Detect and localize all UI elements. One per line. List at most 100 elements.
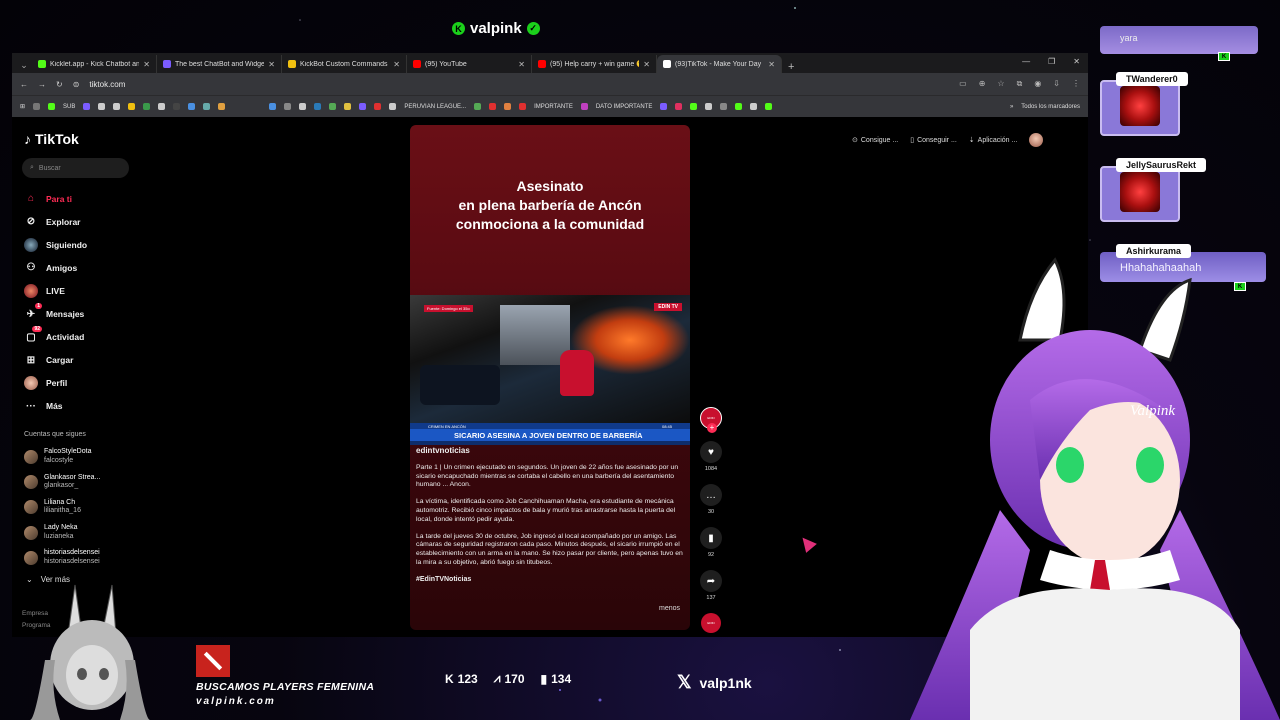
back-icon[interactable]: ←	[20, 80, 28, 89]
restore-icon[interactable]: ❐	[1048, 57, 1055, 66]
video-author[interactable]: edintvnoticias	[416, 446, 684, 456]
bookmark-icon[interactable]	[580, 103, 588, 110]
menu-icon[interactable]: ⋮	[1072, 79, 1080, 89]
bookmark-icon[interactable]	[660, 103, 668, 110]
sidebar-item-mas[interactable]: ··· Más	[24, 395, 87, 418]
hashtag-link[interactable]: #EdinTVNoticias	[416, 576, 684, 585]
tab-kickbot[interactable]: KickBot Custom Commands ✕	[282, 55, 407, 73]
sidebar-item-amigos[interactable]: ⚇ Amigos	[24, 256, 87, 279]
close-icon[interactable]: ✕	[768, 60, 775, 69]
close-window-icon[interactable]: ✕	[1073, 57, 1080, 66]
get-coins-button[interactable]: ⊙ Consigue ...	[852, 136, 898, 145]
bookmark-icon[interactable]	[735, 103, 743, 110]
follow-plus-icon[interactable]: +	[707, 423, 717, 433]
kick-bookmark-icon[interactable]	[48, 103, 56, 110]
bookmark-icon[interactable]	[519, 103, 527, 110]
bookmark-icon[interactable]	[504, 103, 512, 110]
all-bookmarks[interactable]: Todos los marcadores	[1021, 104, 1080, 110]
bookmark-icon[interactable]	[750, 103, 758, 110]
new-tab-button[interactable]: +	[788, 61, 794, 73]
sidebar-item-perfil[interactable]: Perfil	[24, 372, 87, 395]
sidebar-item-actividad[interactable]: ▢ 92 Actividad	[24, 326, 87, 349]
bookmark-icon[interactable]	[299, 103, 307, 110]
downloads-icon[interactable]: ⇩	[1053, 79, 1060, 89]
sidebar-item-cargar[interactable]: ⊞ Cargar	[24, 349, 87, 372]
forward-icon[interactable]: →	[38, 80, 46, 89]
site-info-icon[interactable]: ⊜	[73, 80, 80, 89]
tiktok-logo[interactable]: ♪ TikTok	[24, 131, 79, 147]
bookmark-icon[interactable]	[188, 103, 196, 110]
cast-icon[interactable]: ▭	[959, 79, 967, 89]
bookmark-icon[interactable]	[765, 103, 773, 110]
tab-tiktok[interactable]: (93)TikTok - Make Your Day ✕	[657, 55, 782, 73]
sidebar-item-explorar[interactable]: ⊘ Explorar	[24, 210, 87, 233]
video-player[interactable]: Asesinato en plena barbería de Ancón con…	[410, 125, 690, 630]
tab-chatbot[interactable]: The best ChatBot and Widgets ✕	[157, 55, 282, 73]
download-app-button[interactable]: ⇣ Aplicación ...	[969, 136, 1018, 145]
bookmark-icon[interactable]	[474, 103, 482, 110]
list-item[interactable]: FalcoStyleDota falcostyle	[24, 444, 100, 469]
bookmark-icon[interactable]	[83, 103, 91, 110]
list-item[interactable]: historiasdelsensei historiasdelsensei	[24, 545, 100, 570]
bookmark-peruvian[interactable]: PERUVIAN LEAGUE...	[404, 104, 466, 110]
list-item[interactable]: Liliana Ch lilianitha_16	[24, 495, 100, 520]
list-item[interactable]: Glankasor Strea... glankasor_	[24, 469, 100, 494]
profile-icon[interactable]: ◉	[1034, 79, 1041, 89]
bookmark-icon[interactable]	[720, 103, 728, 110]
bookmark-importante[interactable]: IMPORTANTE	[534, 104, 573, 110]
bookmark-icon[interactable]	[690, 103, 698, 110]
close-icon[interactable]: ✕	[643, 60, 650, 69]
bookmark-icon[interactable]	[344, 103, 352, 110]
close-icon[interactable]: ✕	[518, 60, 525, 69]
folder-icon[interactable]	[33, 103, 41, 110]
minimize-icon[interactable]: —	[1022, 57, 1030, 66]
bookmark-icon[interactable]	[143, 103, 151, 110]
avatar[interactable]	[1029, 133, 1044, 147]
bookmark-icon[interactable]	[98, 103, 106, 110]
get-app-button[interactable]: ▯ Conseguir ...	[910, 136, 957, 145]
tab-youtube[interactable]: (95) YouTube ✕	[407, 55, 532, 73]
zoom-icon[interactable]: ⊕	[979, 79, 986, 89]
close-icon[interactable]: ✕	[268, 60, 275, 69]
bookmark-icon[interactable]	[314, 103, 322, 110]
bookmark-sub[interactable]: SUB	[63, 104, 75, 110]
bookmark-icon[interactable]	[269, 103, 277, 110]
bookmark-icon[interactable]	[705, 103, 713, 110]
bookmark-icon[interactable]	[284, 103, 292, 110]
bookmark-icon[interactable]	[158, 103, 166, 110]
search-input[interactable]: ⌕ Buscar	[22, 158, 129, 178]
tab-kicklet[interactable]: Kicklet.app - Kick Chatbot and ✕	[32, 55, 157, 73]
sidebar-item-mensajes[interactable]: ✈ 1 Mensajes	[24, 302, 87, 325]
bookmark-icon[interactable]	[329, 103, 337, 110]
tab-search-icon[interactable]: ⌄	[16, 57, 32, 73]
bookmark-icon[interactable]	[359, 103, 367, 110]
sidebar-item-para-ti[interactable]: ⌂ Para ti	[24, 187, 87, 210]
extensions-icon[interactable]: ⧉	[1017, 79, 1023, 89]
music-disc[interactable]: EDIN	[701, 613, 721, 633]
reload-icon[interactable]: ↻	[56, 80, 63, 89]
bookmark-icon[interactable]	[113, 103, 121, 110]
author-avatar[interactable]: EDIN +	[700, 407, 722, 433]
more-bookmarks-icon[interactable]: »	[1010, 104, 1013, 110]
like-button[interactable]: ♥	[700, 441, 722, 463]
star-icon[interactable]: ☆	[997, 79, 1004, 89]
close-icon[interactable]: ✕	[393, 60, 400, 69]
bookmark-icon[interactable]	[203, 103, 211, 110]
bookmark-icon[interactable]	[489, 103, 497, 110]
bookmark-icon[interactable]	[218, 103, 226, 110]
apps-icon[interactable]: ⊞	[20, 103, 25, 110]
address-bar[interactable]: tiktok.com	[89, 80, 949, 89]
bookmark-dato[interactable]: DATO IMPORTANTE	[596, 104, 653, 110]
share-button[interactable]: ➦	[700, 570, 722, 592]
sidebar-item-siguiendo[interactable]: Siguiendo	[24, 233, 87, 256]
close-icon[interactable]: ✕	[143, 60, 150, 69]
save-button[interactable]: ▮	[700, 527, 722, 549]
bookmark-icon[interactable]	[128, 103, 136, 110]
bookmark-icon[interactable]	[374, 103, 382, 110]
show-less-button[interactable]: menos	[659, 605, 680, 612]
bookmark-icon[interactable]	[675, 103, 683, 110]
comment-button[interactable]: …	[700, 484, 722, 506]
bookmark-icon[interactable]	[389, 103, 397, 110]
tab-youtube-video[interactable]: (95) Help carry + win game 😮 ✕	[532, 55, 657, 73]
list-item[interactable]: Lady Neka luzianeka	[24, 520, 100, 545]
